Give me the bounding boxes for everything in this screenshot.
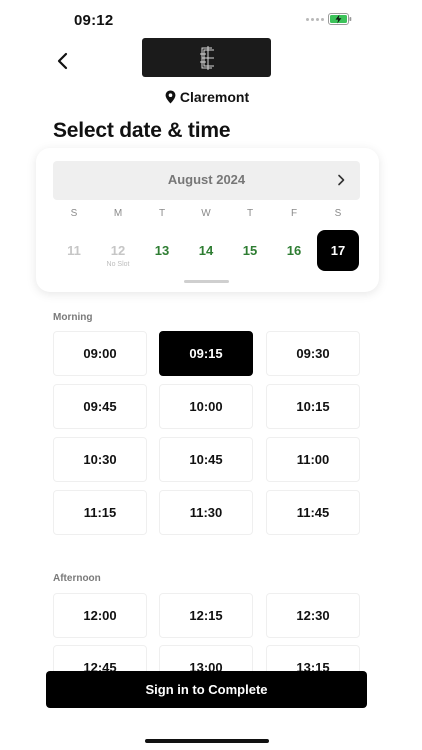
chevron-left-icon [57, 52, 68, 70]
battery-charging-icon [328, 13, 352, 25]
weekday-label: M [113, 208, 123, 219]
calendar-day[interactable]: 14 [185, 230, 227, 271]
time-slot[interactable]: 11:15 [53, 490, 147, 535]
drag-handle[interactable] [184, 280, 229, 283]
weekday-label: F [290, 208, 298, 219]
time-slot[interactable]: 10:45 [159, 437, 253, 482]
no-slot-note: No Slot [106, 261, 130, 268]
time-slot[interactable]: 12:00 [53, 593, 147, 638]
month-label: August 2024 [167, 172, 246, 187]
day-number: 16 [286, 243, 302, 258]
day-number: 17 [330, 243, 346, 258]
calendar-day: 12 No Slot [97, 230, 139, 271]
location-label: Claremont [0, 89, 414, 105]
calendar-day[interactable]: 15 [229, 230, 271, 271]
time-slot[interactable]: 11:30 [159, 490, 253, 535]
time-slot[interactable]: 11:45 [266, 490, 360, 535]
time-slot[interactable]: 09:45 [53, 384, 147, 429]
weekday-label: S [70, 208, 78, 219]
time-slot[interactable]: 10:30 [53, 437, 147, 482]
page-title: Select date & time [53, 119, 231, 142]
month-selector: August 2024 [53, 161, 360, 200]
time-slot[interactable]: 09:30 [266, 331, 360, 376]
time-slot[interactable]: 10:15 [266, 384, 360, 429]
time-slot[interactable]: 11:00 [266, 437, 360, 482]
section-label-afternoon: Afternoon [53, 573, 101, 584]
location-name: Claremont [179, 89, 250, 105]
next-month-button[interactable] [332, 171, 350, 189]
signal-icon [306, 18, 324, 21]
weekday-label: T [158, 208, 166, 219]
weekday-label: S [334, 208, 342, 219]
day-number: 15 [242, 243, 258, 258]
time-slot[interactable]: 12:15 [159, 593, 253, 638]
calendar-day[interactable]: 13 [141, 230, 183, 271]
status-bar: 09:12 [0, 0, 422, 40]
calendar-day-selected[interactable]: 17 [317, 230, 359, 271]
weekday-label: W [201, 208, 211, 219]
calendar-card: August 2024 S M T W T F S 11 12 No Slot … [36, 148, 379, 292]
weekday-label: T [246, 208, 254, 219]
day-number: 14 [198, 243, 214, 258]
calendar-day: 11 [53, 230, 95, 271]
brand-logo [142, 38, 271, 77]
brand-monogram-logo [199, 45, 214, 70]
chevron-right-icon [337, 174, 344, 186]
map-pin-icon [165, 90, 176, 104]
time-slot[interactable]: 09:00 [53, 331, 147, 376]
back-button[interactable] [50, 48, 76, 74]
sign-in-to-complete-button[interactable]: Sign in to Complete [46, 671, 367, 708]
time-slot[interactable]: 09:15 [159, 331, 253, 376]
time-slot[interactable]: 12:30 [266, 593, 360, 638]
day-number: 11 [67, 243, 81, 258]
calendar-day[interactable]: 16 [273, 230, 315, 271]
time-slot[interactable]: 10:00 [159, 384, 253, 429]
status-time: 09:12 [74, 12, 114, 29]
day-number: 12 [110, 243, 126, 258]
section-label-morning: Morning [53, 312, 93, 323]
day-number: 13 [154, 243, 170, 258]
home-indicator [145, 739, 269, 743]
